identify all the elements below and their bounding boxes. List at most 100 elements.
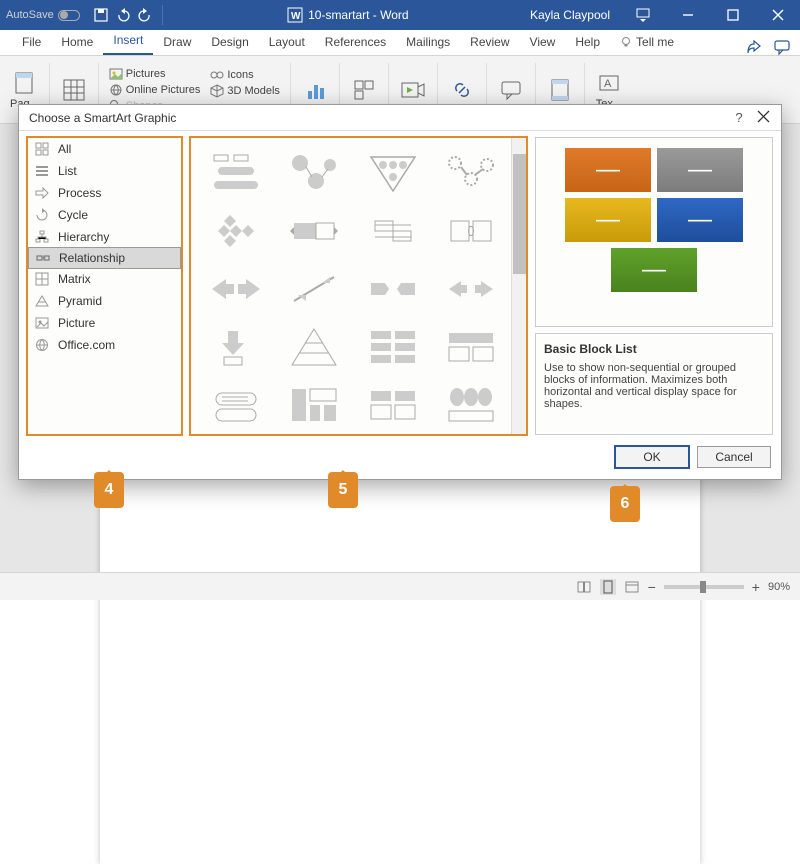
redo-icon[interactable] [136, 6, 154, 24]
online-video-group[interactable] [399, 76, 427, 104]
links-group[interactable] [448, 76, 476, 104]
category-process[interactable]: Process [28, 182, 181, 204]
layout-thumb[interactable] [354, 260, 432, 318]
addins-group[interactable] [350, 76, 378, 104]
svg-text:+: + [42, 254, 47, 263]
layout-thumb[interactable] [197, 144, 275, 202]
status-bar: − + 90% [0, 572, 800, 600]
tab-references[interactable]: References [315, 30, 396, 55]
save-icon[interactable] [92, 6, 110, 24]
web-layout-icon[interactable] [624, 579, 640, 595]
table-icon [60, 76, 88, 104]
pyramid-icon [34, 293, 50, 309]
table-group[interactable] [60, 76, 88, 104]
minimize-icon[interactable] [665, 0, 710, 30]
layout-thumb[interactable] [275, 260, 353, 318]
word-logo-icon: W [288, 8, 302, 22]
tab-file[interactable]: File [12, 30, 51, 55]
gallery-scrollbar[interactable] [511, 138, 526, 434]
user-name[interactable]: Kayla Claypool [530, 8, 610, 22]
autosave-label: AutoSave [6, 9, 54, 21]
online-pictures-button[interactable]: Online Pictures [109, 83, 201, 97]
ribbon-tabs: File Home Insert Draw Design Layout Refe… [0, 30, 800, 56]
chart-icon [301, 76, 329, 104]
comment-group[interactable] [497, 76, 525, 104]
help-icon[interactable]: ? [727, 110, 751, 125]
tab-draw[interactable]: Draw [153, 30, 201, 55]
print-layout-icon[interactable] [600, 579, 616, 595]
quick-access-toolbar: AutoSave [0, 5, 167, 25]
callout-5: 5 [328, 472, 358, 508]
category-office-com[interactable]: Office.com [28, 334, 181, 356]
callout-6: 6 [610, 486, 640, 522]
zoom-out-icon[interactable]: − [648, 579, 656, 595]
dialog-body: All List Process Cycle Hierarchy +Relati… [19, 131, 781, 439]
tab-insert[interactable]: Insert [103, 28, 153, 55]
cycle-icon [34, 207, 50, 223]
layout-thumb[interactable] [432, 318, 510, 376]
cancel-button[interactable]: Cancel [697, 446, 771, 468]
layout-thumb[interactable] [275, 144, 353, 202]
zoom-slider[interactable] [664, 585, 744, 589]
category-picture[interactable]: Picture [28, 312, 181, 334]
close-icon[interactable] [755, 0, 800, 30]
online-pictures-icon [109, 83, 123, 97]
zoom-level[interactable]: 90% [768, 581, 790, 593]
category-relationship[interactable]: +Relationship [28, 247, 181, 269]
tab-view[interactable]: View [520, 30, 566, 55]
chart-group[interactable] [301, 76, 329, 104]
layout-thumb[interactable] [275, 318, 353, 376]
layout-thumb[interactable] [432, 144, 510, 202]
layout-thumb[interactable] [354, 376, 432, 434]
layout-gallery[interactable] [190, 137, 527, 435]
window-titlebar: AutoSave W 10-smartart - Word Kayla Clay… [0, 0, 800, 30]
zoom-in-icon[interactable]: + [752, 579, 760, 595]
category-cycle[interactable]: Cycle [28, 204, 181, 226]
category-list-item[interactable]: List [28, 160, 181, 182]
icons-button[interactable]: Icons [210, 68, 280, 82]
models-button[interactable]: 3D Models [210, 84, 280, 98]
layout-thumb[interactable] [432, 376, 510, 434]
layout-thumb[interactable] [354, 318, 432, 376]
category-pyramid[interactable]: Pyramid [28, 290, 181, 312]
layout-thumb[interactable] [197, 376, 275, 434]
pages-icon [10, 69, 38, 97]
layout-thumb[interactable] [197, 202, 275, 260]
layout-thumb[interactable] [354, 202, 432, 260]
undo-icon[interactable] [114, 6, 132, 24]
tab-layout[interactable]: Layout [259, 30, 315, 55]
layout-thumb[interactable] [275, 202, 353, 260]
tab-mailings[interactable]: Mailings [396, 30, 460, 55]
maximize-icon[interactable] [710, 0, 755, 30]
header-footer-icon [546, 76, 574, 104]
share-icon[interactable] [746, 39, 762, 55]
layout-thumb[interactable] [432, 202, 510, 260]
relationship-icon: + [35, 250, 51, 266]
header-footer-group[interactable] [546, 76, 574, 104]
ribbon-options-icon[interactable] [620, 0, 665, 30]
category-hierarchy[interactable]: Hierarchy [28, 226, 181, 248]
dialog-close-icon[interactable] [751, 111, 775, 125]
smartart-dialog: Choose a SmartArt Graphic ? All List Pro… [18, 104, 782, 480]
category-list[interactable]: All List Process Cycle Hierarchy +Relati… [27, 137, 182, 435]
pictures-button[interactable]: Pictures [109, 67, 201, 81]
tab-home[interactable]: Home [51, 30, 103, 55]
icons-icon [210, 68, 224, 82]
layout-thumb[interactable] [197, 260, 275, 318]
ok-button[interactable]: OK [615, 446, 689, 468]
tab-tellme[interactable]: Tell me [610, 30, 684, 55]
layout-thumb[interactable] [275, 376, 353, 434]
tab-review[interactable]: Review [460, 30, 519, 55]
layout-thumb[interactable] [354, 144, 432, 202]
link-icon [448, 76, 476, 104]
read-mode-icon[interactable] [576, 579, 592, 595]
globe-icon [34, 337, 50, 353]
comments-icon[interactable] [774, 39, 790, 55]
tab-design[interactable]: Design [201, 30, 258, 55]
category-all[interactable]: All [28, 138, 181, 160]
tab-help[interactable]: Help [565, 30, 610, 55]
layout-thumb[interactable] [432, 260, 510, 318]
layout-thumb[interactable] [197, 318, 275, 376]
autosave-toggle[interactable]: AutoSave [6, 9, 80, 21]
category-matrix[interactable]: Matrix [28, 268, 181, 290]
